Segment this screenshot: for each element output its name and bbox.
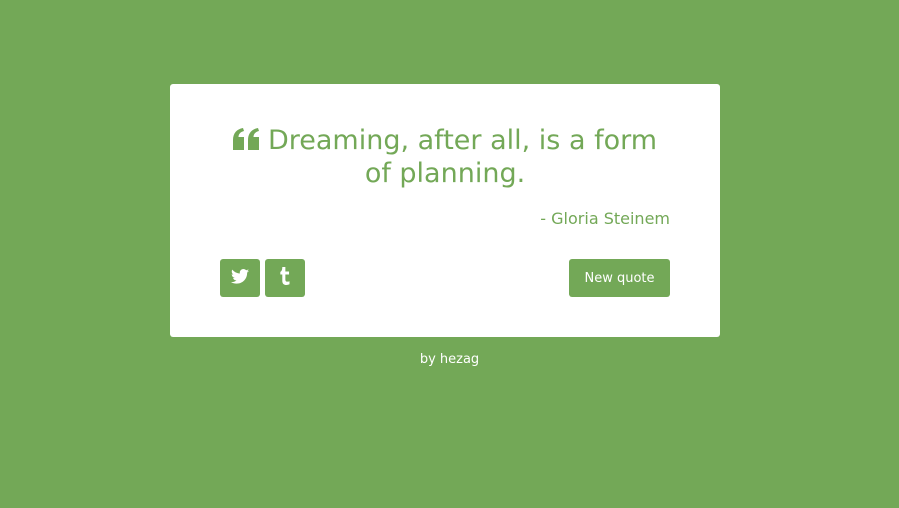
tumblr-quote-button[interactable] <box>265 259 305 297</box>
footer-prefix: by <box>419 352 436 367</box>
footer-credit: by hezag <box>0 351 899 369</box>
new-quote-button[interactable]: New quote <box>569 259 670 297</box>
quote-text-block: Dreaming, after all, is a form of planni… <box>220 124 670 190</box>
author-link[interactable]: hezag <box>440 352 479 367</box>
share-buttons <box>220 259 305 297</box>
quote-left-icon <box>232 128 260 150</box>
quote-text: Dreaming, after all, is a form of planni… <box>267 125 658 189</box>
twitter-icon <box>231 268 249 288</box>
quote-author: - Gloria Steinem <box>540 209 670 228</box>
quote-box: Dreaming, after all, is a form of planni… <box>170 84 720 337</box>
tumblr-icon <box>279 267 291 289</box>
tweet-quote-button[interactable] <box>220 259 260 297</box>
